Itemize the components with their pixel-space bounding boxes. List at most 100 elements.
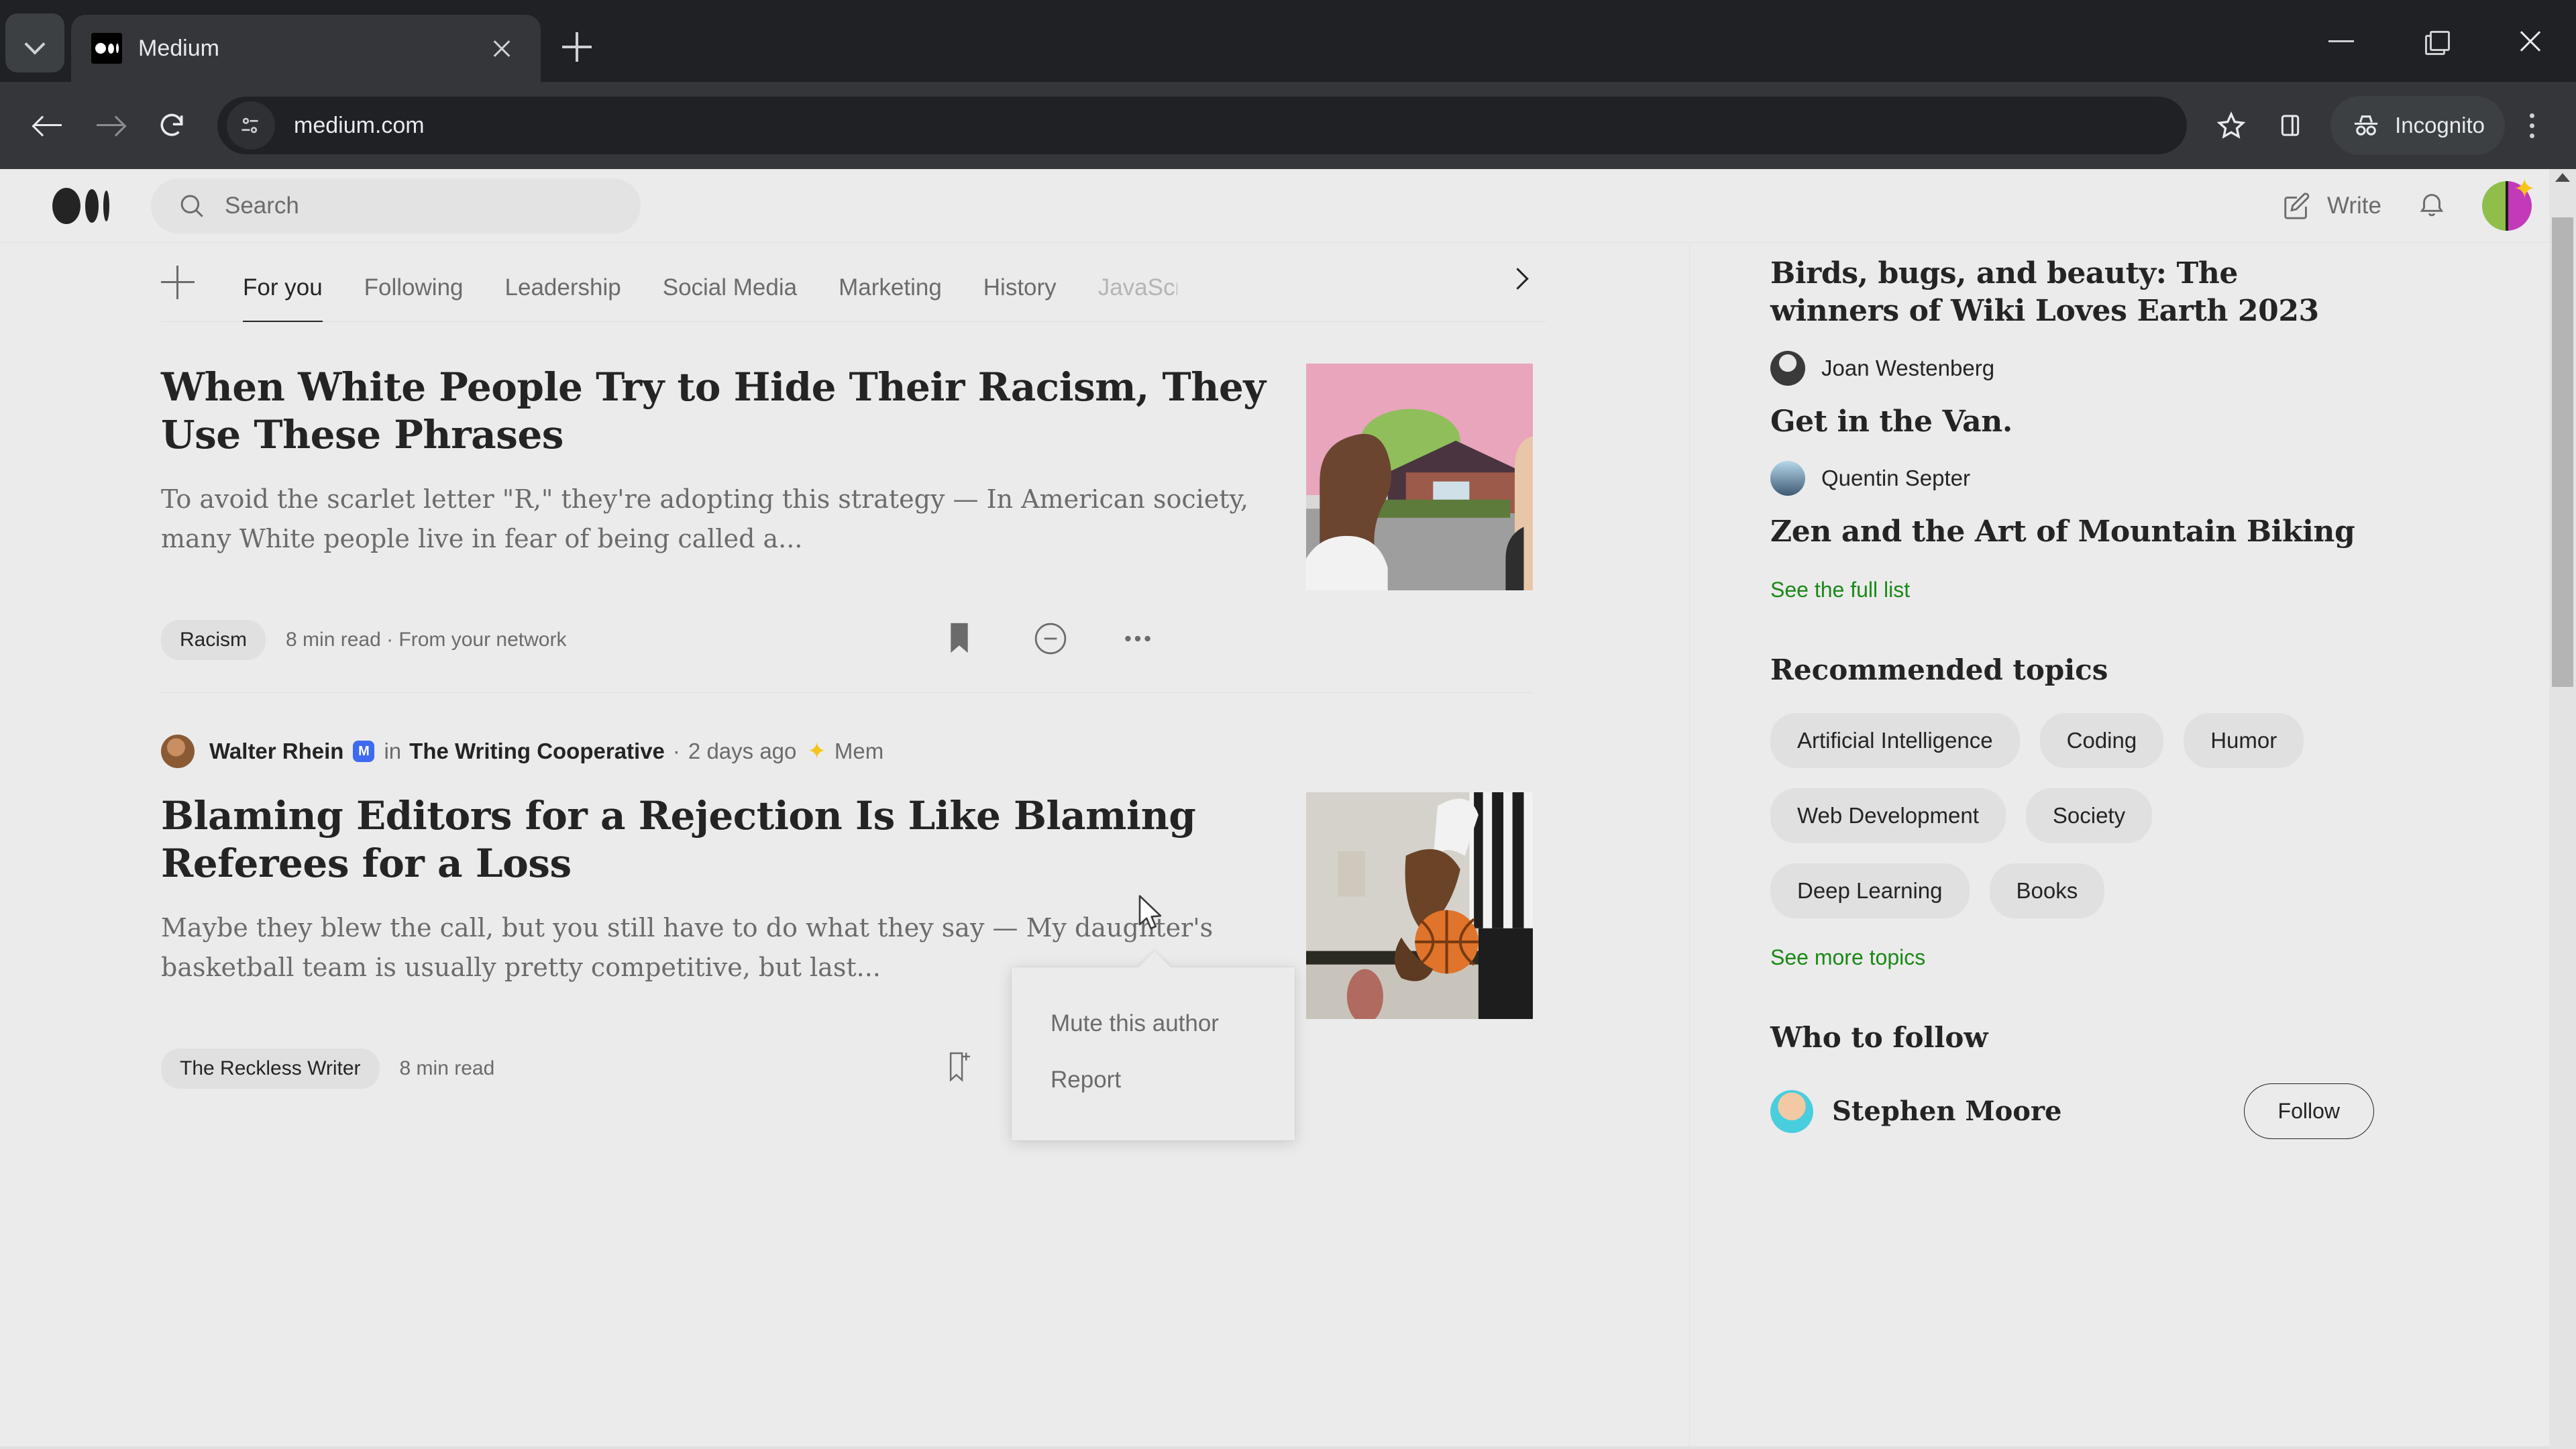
chevron-down-icon — [25, 33, 45, 53]
author-name: Quentin Septer — [1821, 465, 1970, 490]
feed-column: For you Following Leadership Social Medi… — [0, 243, 2549, 1449]
close-window-button[interactable] — [2482, 0, 2576, 82]
member-label: Mem — [834, 739, 884, 763]
see-full-list-link[interactable]: See the full list — [1770, 578, 2374, 602]
feed-article[interactable]: When White People Try to Hide Their Raci… — [161, 322, 1533, 692]
reload-button[interactable] — [141, 95, 203, 156]
sidebar-column: Birds, bugs, and beauty: The winners of … — [1690, 243, 2576, 1449]
address-bar[interactable]: medium.com — [217, 97, 2188, 154]
star-icon — [2216, 111, 2246, 139]
article-tag[interactable]: The Reckless Writer — [161, 1049, 380, 1089]
menu-item-mute-author[interactable]: Mute this author — [1012, 996, 1295, 1052]
menu-item-report[interactable]: Report — [1012, 1052, 1295, 1108]
tab-history[interactable]: History — [983, 274, 1057, 321]
write-button[interactable]: Write — [2282, 191, 2381, 221]
maximize-button[interactable] — [2388, 0, 2482, 82]
topic-pill[interactable]: Coding — [2039, 713, 2164, 769]
medium-logo-icon[interactable] — [52, 187, 109, 224]
medium-logo-icon — [91, 33, 122, 64]
side-panel-icon — [2281, 115, 2300, 136]
staff-pick-author[interactable]: Quentin Septer — [1770, 460, 2374, 496]
side-panel-button[interactable] — [2261, 96, 2320, 155]
minus-circle-icon[interactable] — [1034, 622, 1070, 658]
write-pencil-icon — [2284, 192, 2310, 219]
tab-for-you[interactable]: For you — [243, 274, 323, 322]
search-input[interactable]: Search — [151, 178, 641, 233]
page-scrollbar[interactable] — [2549, 169, 2576, 1449]
scrollbar-thumb[interactable] — [2552, 217, 2573, 687]
publication-name[interactable]: The Writing Cooperative — [409, 739, 665, 764]
staff-pick-title[interactable]: Get in the Van. — [1770, 403, 2374, 441]
article-title[interactable]: When White People Try to Hide Their Raci… — [161, 364, 1266, 460]
reload-icon — [160, 113, 183, 136]
sparkle-star-icon: ✦ — [2513, 174, 2536, 204]
write-label: Write — [2326, 192, 2381, 219]
minimize-icon — [2328, 40, 2354, 42]
article-date: 2 days ago — [688, 739, 797, 763]
topic-pill[interactable]: Web Development — [1770, 788, 2006, 844]
tab-leadership[interactable]: Leadership — [505, 274, 621, 321]
bookmark-add-icon[interactable] — [947, 1051, 983, 1087]
search-icon — [180, 195, 203, 217]
back-arrow-icon — [34, 111, 63, 140]
recommended-topics-heading: Recommended topics — [1770, 653, 2108, 687]
incognito-indicator[interactable]: Incognito — [2330, 96, 2505, 155]
feed-article[interactable]: Walter Rhein M in The Writing Cooperativ… — [161, 692, 1533, 1121]
recommended-topics-list: Artificial Intelligence Coding Humor Web… — [1770, 713, 2314, 919]
tab-following[interactable]: Following — [364, 274, 464, 321]
member-star-icon: ✦ — [807, 739, 826, 764]
avatar[interactable]: ✦ — [2482, 176, 2536, 231]
article-thumbnail — [1306, 364, 1533, 590]
staff-pick-title[interactable]: Zen and the Art of Mountain Biking — [1770, 513, 2374, 551]
bookmark-filled-icon[interactable] — [947, 622, 983, 658]
tab-search-button[interactable] — [5, 13, 64, 72]
referee-holding-basketball-photo — [1306, 792, 1533, 1019]
bell-icon — [2420, 194, 2444, 217]
author-name[interactable]: Walter Rhein — [209, 739, 343, 764]
article-title[interactable]: Blaming Editors for a Rejection Is Like … — [161, 792, 1266, 888]
site-settings-icon[interactable] — [227, 101, 275, 150]
tab-social-media[interactable]: Social Media — [663, 274, 797, 321]
close-icon[interactable] — [483, 30, 521, 67]
who-to-follow-item[interactable]: Stephen Moore Follow — [1770, 1083, 2374, 1140]
scroll-up-arrow-icon[interactable] — [2555, 173, 2570, 182]
notifications-button[interactable] — [2416, 189, 2447, 223]
bookmark-button[interactable] — [2202, 96, 2261, 155]
browser-menu-button[interactable] — [2505, 96, 2559, 155]
new-tab-button[interactable] — [550, 20, 604, 74]
minimize-button[interactable] — [2294, 0, 2388, 82]
article-tag[interactable]: Racism — [161, 620, 266, 660]
tab-javascript[interactable]: JavaScript — [1098, 274, 1177, 321]
tab-marketing[interactable]: Marketing — [839, 274, 942, 321]
byline-separator: · — [672, 739, 680, 763]
browser-tab[interactable]: Medium — [71, 15, 541, 82]
incognito-label: Incognito — [2395, 113, 2485, 138]
ellipsis-icon[interactable] — [1121, 622, 1157, 658]
author-avatar[interactable] — [161, 735, 195, 768]
page-content: For you Following Leadership Social Medi… — [0, 243, 2576, 1449]
user-avatar — [1770, 1089, 1813, 1133]
header-actions: Write ✦ — [2282, 176, 2536, 231]
site-header: Search Write ✦ — [0, 169, 2576, 243]
article-subtitle: To avoid the scarlet letter "R," they're… — [161, 484, 1249, 553]
topic-pill[interactable]: Humor — [2184, 713, 2304, 769]
add-topic-button[interactable] — [161, 264, 197, 301]
forward-button[interactable] — [79, 95, 141, 156]
back-button[interactable] — [17, 95, 79, 156]
chevron-right-icon[interactable] — [1509, 268, 1529, 288]
topic-pill[interactable]: Deep Learning — [1770, 863, 1970, 919]
follow-button[interactable]: Follow — [2243, 1083, 2374, 1140]
topic-pill[interactable]: Books — [1989, 863, 2105, 919]
search-placeholder: Search — [225, 192, 299, 219]
url-text: medium.com — [294, 112, 425, 138]
byline-in: in — [384, 739, 402, 763]
topic-pill[interactable]: Artificial Intelligence — [1770, 713, 2020, 769]
article-byline: Walter Rhein M in The Writing Cooperativ… — [161, 735, 1533, 768]
who-to-follow-heading: Who to follow — [1770, 1021, 1988, 1055]
staff-pick-author[interactable]: Joan Westenberg — [1770, 350, 2374, 386]
topic-pill[interactable]: Society — [2025, 788, 2153, 844]
see-more-topics-link[interactable]: See more topics — [1770, 945, 2374, 970]
staff-pick-title[interactable]: Birds, bugs, and beauty: The winners of … — [1770, 255, 2374, 331]
feed-tabs: For you Following Leadership Social Medi… — [161, 243, 1546, 322]
browser-tab-strip: Medium — [0, 0, 2576, 82]
